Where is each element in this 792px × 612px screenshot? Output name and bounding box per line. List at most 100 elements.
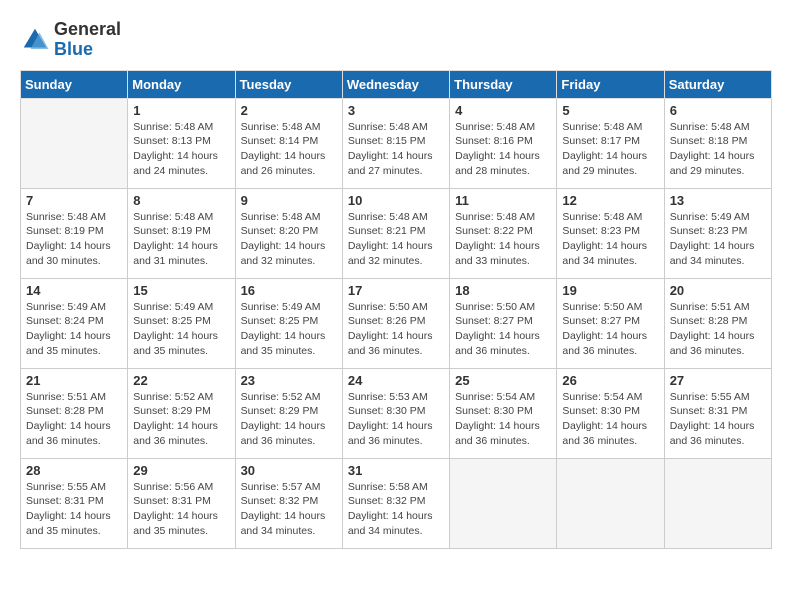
calendar-header-tuesday: Tuesday: [235, 70, 342, 98]
calendar-header-thursday: Thursday: [450, 70, 557, 98]
day-info: Sunrise: 5:52 AM Sunset: 8:29 PM Dayligh…: [241, 390, 337, 449]
calendar-cell: 30 Sunrise: 5:57 AM Sunset: 8:32 PM Dayli…: [235, 458, 342, 548]
calendar-cell: 4Sunrise: 5:48 AM Sunset: 8:16 PM Daylig…: [450, 98, 557, 188]
calendar-week-row-4: 21 Sunrise: 5:51 AM Sunset: 8:28 PM Dayli…: [21, 368, 772, 458]
day-number: 25: [455, 373, 551, 388]
calendar-cell: 2 Sunrise: 5:48 AM Sunset: 8:14 PM Daylig…: [235, 98, 342, 188]
calendar-header-wednesday: Wednesday: [342, 70, 449, 98]
day-info: Sunrise: 5:49 AM Sunset: 8:25 PM Dayligh…: [133, 300, 229, 359]
day-info: Sunrise: 5:50 AM Sunset: 8:27 PM Dayligh…: [562, 300, 658, 359]
day-number: 14: [26, 283, 122, 298]
calendar-cell: 12 Sunrise: 5:48 AM Sunset: 8:23 PM Dayli…: [557, 188, 664, 278]
calendar-header-saturday: Saturday: [664, 70, 771, 98]
calendar-week-row-5: 28 Sunrise: 5:55 AM Sunset: 8:31 PM Dayli…: [21, 458, 772, 548]
day-info: Sunrise: 5:49 AM Sunset: 8:25 PM Dayligh…: [241, 300, 337, 359]
calendar-cell: 18Sunrise: 5:50 AM Sunset: 8:27 PM Dayli…: [450, 278, 557, 368]
calendar-cell: 29Sunrise: 5:56 AM Sunset: 8:31 PM Dayli…: [128, 458, 235, 548]
day-number: 15: [133, 283, 229, 298]
calendar-cell: 15 Sunrise: 5:49 AM Sunset: 8:25 PM Dayli…: [128, 278, 235, 368]
logo-icon: [20, 25, 50, 55]
calendar-week-row-2: 7 Sunrise: 5:48 AM Sunset: 8:19 PM Daylig…: [21, 188, 772, 278]
day-number: 31: [348, 463, 444, 478]
day-info: Sunrise: 5:51 AM Sunset: 8:28 PM Dayligh…: [670, 300, 766, 359]
day-info: Sunrise: 5:48 AM Sunset: 8:13 PM Dayligh…: [133, 120, 229, 179]
calendar-week-row-1: 1 Sunrise: 5:48 AM Sunset: 8:13 PM Daylig…: [21, 98, 772, 188]
day-info: Sunrise: 5:49 AM Sunset: 8:24 PM Dayligh…: [26, 300, 122, 359]
day-info: Sunrise: 5:48 AM Sunset: 8:16 PM Dayligh…: [455, 120, 551, 179]
day-info: Sunrise: 5:50 AM Sunset: 8:26 PM Dayligh…: [348, 300, 444, 359]
day-number: 19: [562, 283, 658, 298]
page-header: General Blue: [20, 20, 772, 60]
calendar-header-monday: Monday: [128, 70, 235, 98]
day-info: Sunrise: 5:54 AM Sunset: 8:30 PM Dayligh…: [562, 390, 658, 449]
calendar-cell: 27 Sunrise: 5:55 AM Sunset: 8:31 PM Dayli…: [664, 368, 771, 458]
calendar-week-row-3: 14 Sunrise: 5:49 AM Sunset: 8:24 PM Dayli…: [21, 278, 772, 368]
calendar-table: SundayMondayTuesdayWednesdayThursdayFrid…: [20, 70, 772, 549]
calendar-cell: 1 Sunrise: 5:48 AM Sunset: 8:13 PM Daylig…: [128, 98, 235, 188]
day-number: 27: [670, 373, 766, 388]
day-number: 2: [241, 103, 337, 118]
day-number: 23: [241, 373, 337, 388]
calendar-cell: [557, 458, 664, 548]
day-info: Sunrise: 5:58 AM Sunset: 8:32 PM Dayligh…: [348, 480, 444, 539]
day-info: Sunrise: 5:48 AM Sunset: 8:20 PM Dayligh…: [241, 210, 337, 269]
day-number: 20: [670, 283, 766, 298]
calendar-cell: 25 Sunrise: 5:54 AM Sunset: 8:30 PM Dayli…: [450, 368, 557, 458]
day-info: Sunrise: 5:51 AM Sunset: 8:28 PM Dayligh…: [26, 390, 122, 449]
day-number: 18: [455, 283, 551, 298]
day-info: Sunrise: 5:49 AM Sunset: 8:23 PM Dayligh…: [670, 210, 766, 269]
day-number: 3: [348, 103, 444, 118]
calendar-cell: 7 Sunrise: 5:48 AM Sunset: 8:19 PM Daylig…: [21, 188, 128, 278]
logo-text: General Blue: [54, 20, 121, 60]
calendar-cell: 6Sunrise: 5:48 AM Sunset: 8:18 PM Daylig…: [664, 98, 771, 188]
day-info: Sunrise: 5:48 AM Sunset: 8:19 PM Dayligh…: [133, 210, 229, 269]
day-info: Sunrise: 5:53 AM Sunset: 8:30 PM Dayligh…: [348, 390, 444, 449]
calendar-cell: 10Sunrise: 5:48 AM Sunset: 8:21 PM Dayli…: [342, 188, 449, 278]
day-number: 30: [241, 463, 337, 478]
calendar-header-row: SundayMondayTuesdayWednesdayThursdayFrid…: [21, 70, 772, 98]
day-info: Sunrise: 5:48 AM Sunset: 8:14 PM Dayligh…: [241, 120, 337, 179]
calendar-cell: 24 Sunrise: 5:53 AM Sunset: 8:30 PM Dayli…: [342, 368, 449, 458]
day-info: Sunrise: 5:56 AM Sunset: 8:31 PM Dayligh…: [133, 480, 229, 539]
logo: General Blue: [20, 20, 121, 60]
day-number: 1: [133, 103, 229, 118]
calendar-cell: 14 Sunrise: 5:49 AM Sunset: 8:24 PM Dayli…: [21, 278, 128, 368]
calendar-cell: [21, 98, 128, 188]
calendar-header-sunday: Sunday: [21, 70, 128, 98]
calendar-cell: [664, 458, 771, 548]
day-info: Sunrise: 5:55 AM Sunset: 8:31 PM Dayligh…: [670, 390, 766, 449]
calendar-cell: [450, 458, 557, 548]
calendar-cell: 16Sunrise: 5:49 AM Sunset: 8:25 PM Dayli…: [235, 278, 342, 368]
day-info: Sunrise: 5:54 AM Sunset: 8:30 PM Dayligh…: [455, 390, 551, 449]
day-info: Sunrise: 5:48 AM Sunset: 8:19 PM Dayligh…: [26, 210, 122, 269]
day-number: 9: [241, 193, 337, 208]
day-number: 10: [348, 193, 444, 208]
day-number: 7: [26, 193, 122, 208]
day-number: 6: [670, 103, 766, 118]
calendar-cell: 17 Sunrise: 5:50 AM Sunset: 8:26 PM Dayli…: [342, 278, 449, 368]
calendar-cell: 5 Sunrise: 5:48 AM Sunset: 8:17 PM Daylig…: [557, 98, 664, 188]
calendar-cell: 13 Sunrise: 5:49 AM Sunset: 8:23 PM Dayli…: [664, 188, 771, 278]
day-info: Sunrise: 5:48 AM Sunset: 8:15 PM Dayligh…: [348, 120, 444, 179]
day-info: Sunrise: 5:57 AM Sunset: 8:32 PM Dayligh…: [241, 480, 337, 539]
day-info: Sunrise: 5:55 AM Sunset: 8:31 PM Dayligh…: [26, 480, 122, 539]
calendar-cell: 20 Sunrise: 5:51 AM Sunset: 8:28 PM Dayli…: [664, 278, 771, 368]
day-info: Sunrise: 5:48 AM Sunset: 8:23 PM Dayligh…: [562, 210, 658, 269]
day-number: 13: [670, 193, 766, 208]
calendar-cell: 23 Sunrise: 5:52 AM Sunset: 8:29 PM Dayli…: [235, 368, 342, 458]
day-number: 12: [562, 193, 658, 208]
day-info: Sunrise: 5:52 AM Sunset: 8:29 PM Dayligh…: [133, 390, 229, 449]
day-number: 22: [133, 373, 229, 388]
calendar-cell: 11Sunrise: 5:48 AM Sunset: 8:22 PM Dayli…: [450, 188, 557, 278]
day-number: 17: [348, 283, 444, 298]
calendar-cell: 3 Sunrise: 5:48 AM Sunset: 8:15 PM Daylig…: [342, 98, 449, 188]
day-info: Sunrise: 5:48 AM Sunset: 8:17 PM Dayligh…: [562, 120, 658, 179]
day-number: 21: [26, 373, 122, 388]
calendar-header-friday: Friday: [557, 70, 664, 98]
calendar-cell: 22 Sunrise: 5:52 AM Sunset: 8:29 PM Dayli…: [128, 368, 235, 458]
day-number: 28: [26, 463, 122, 478]
calendar-cell: 26 Sunrise: 5:54 AM Sunset: 8:30 PM Dayli…: [557, 368, 664, 458]
day-number: 5: [562, 103, 658, 118]
day-number: 24: [348, 373, 444, 388]
day-number: 26: [562, 373, 658, 388]
